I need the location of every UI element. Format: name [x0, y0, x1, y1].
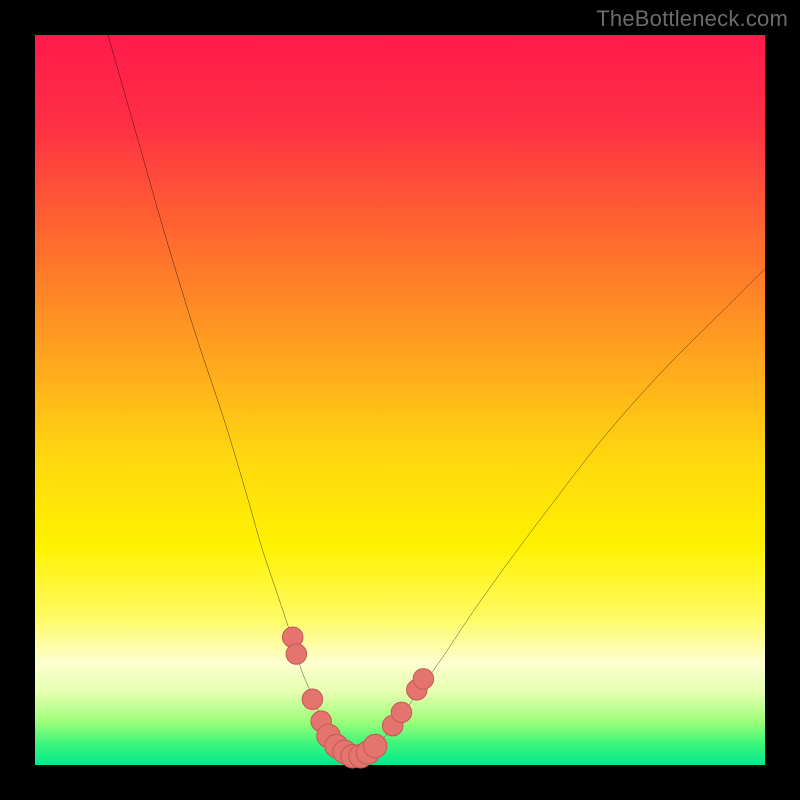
curve-layer	[35, 35, 765, 765]
data-marker	[391, 702, 411, 722]
data-marker	[364, 734, 387, 757]
watermark-text: TheBottleneck.com	[596, 6, 788, 32]
plot-area	[35, 35, 765, 765]
curve-left-branch	[108, 35, 356, 758]
data-marker	[302, 689, 322, 709]
chart-frame: TheBottleneck.com	[0, 0, 800, 800]
data-marker	[413, 669, 433, 689]
data-marker	[286, 644, 306, 664]
